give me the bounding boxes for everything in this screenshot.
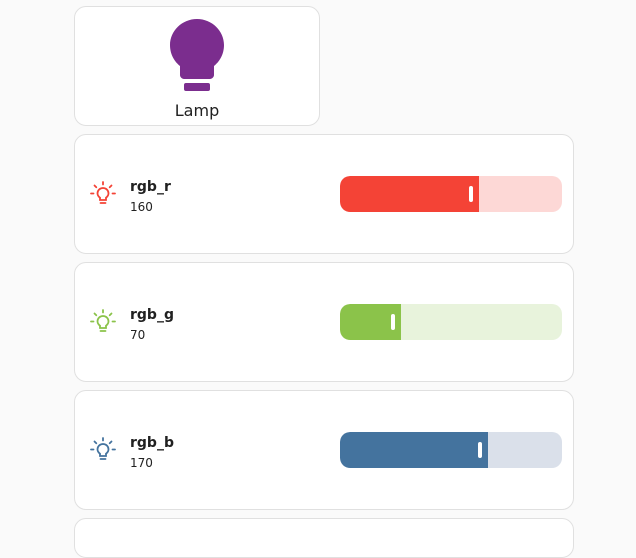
lightbulb-outline-icon xyxy=(90,181,116,204)
brightness-slider[interactable] xyxy=(340,304,562,340)
slider-handle[interactable] xyxy=(478,442,482,458)
entity-row-rgb-b: rgb_b 170 xyxy=(74,390,574,510)
entity-name: rgb_r xyxy=(130,179,171,195)
entity-value: 70 xyxy=(130,328,146,342)
brightness-slider[interactable] xyxy=(340,432,562,468)
lightbulb-outline-icon xyxy=(90,309,116,332)
entity-value: 170 xyxy=(130,456,153,470)
lamp-tile[interactable]: Lamp xyxy=(74,6,320,126)
entity-name: rgb_g xyxy=(130,307,174,323)
entity-row-rgb-g: rgb_g 70 xyxy=(74,262,574,382)
next-entity-card xyxy=(74,518,574,558)
entity-value: 160 xyxy=(130,200,153,214)
slider-fill xyxy=(340,176,479,212)
lightbulb-outline-icon xyxy=(90,437,116,460)
lightbulb-icon xyxy=(170,19,224,91)
lamp-name: Lamp xyxy=(174,101,220,120)
brightness-slider[interactable] xyxy=(340,176,562,212)
slider-handle[interactable] xyxy=(391,314,395,330)
slider-handle[interactable] xyxy=(469,186,473,202)
entity-row-rgb-r: rgb_r 160 xyxy=(74,134,574,254)
slider-fill xyxy=(340,432,488,468)
entity-name: rgb_b xyxy=(130,435,174,451)
